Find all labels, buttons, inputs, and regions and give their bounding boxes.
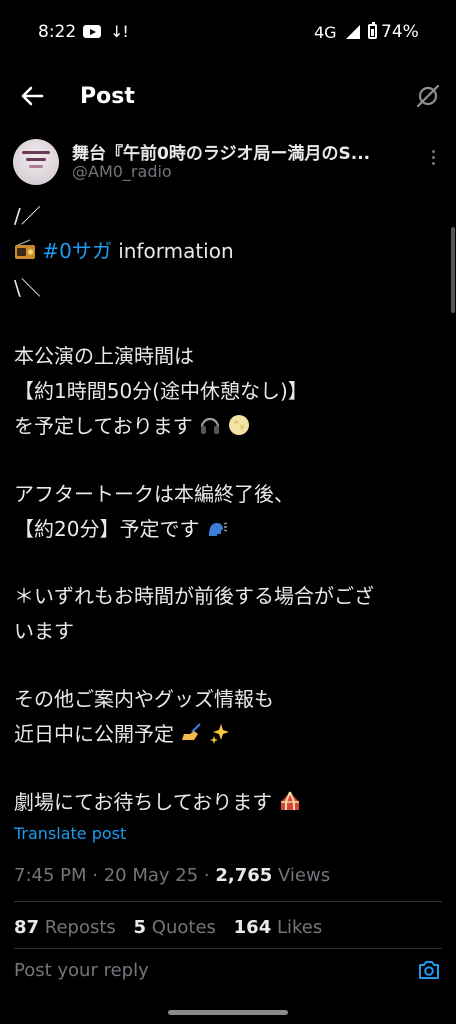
post-line: #0サガ information xyxy=(14,235,234,264)
signal-icon xyxy=(346,25,360,39)
post-line: 劇場にてお待ちしております xyxy=(14,786,301,815)
youtube-icon xyxy=(83,25,101,38)
post-text: 劇場にてお待ちしております xyxy=(14,790,273,814)
network-type: 4G xyxy=(314,23,337,42)
status-time: 8:22 xyxy=(38,22,77,42)
post-line: ＊いずれもお時間が前後する場合がござ xyxy=(14,584,374,608)
divider xyxy=(14,901,442,902)
post-text: information xyxy=(111,239,234,263)
post-line: \＼ xyxy=(14,276,41,300)
divider xyxy=(14,948,442,949)
author-handle[interactable]: @AM0_radio xyxy=(72,162,172,181)
battery-icon xyxy=(368,22,377,39)
scrollbar[interactable] xyxy=(451,227,455,313)
post-line: アフタートークは本編終了後、 xyxy=(14,482,294,506)
post-stats: 87 Reposts 5 Quotes 164 Likes xyxy=(14,917,334,938)
camera-icon[interactable] xyxy=(417,959,441,981)
sparkles-icon xyxy=(209,722,231,744)
arrow-left-icon[interactable] xyxy=(18,82,46,110)
avatar[interactable] xyxy=(13,139,59,185)
battery-percent: 74% xyxy=(381,22,419,42)
hashtag-link[interactable]: #0サガ xyxy=(42,239,111,263)
post-text: 近日中に公開予定 xyxy=(14,722,174,746)
translate-post-link[interactable]: Translate post xyxy=(14,824,126,843)
writing-hand-icon xyxy=(180,722,202,744)
radio-icon xyxy=(14,239,36,261)
home-indicator[interactable] xyxy=(168,1010,288,1015)
views-label: Views xyxy=(272,865,331,886)
page-title: Post xyxy=(80,84,135,109)
post-line: 本公演の上演時間は xyxy=(14,344,194,368)
more-vertical-icon[interactable] xyxy=(428,150,438,168)
post-meta: 7:45 PM · 20 May 25 · 2,765 Views xyxy=(14,865,330,886)
speaking-head-icon xyxy=(206,517,228,539)
post-text: を予定しております xyxy=(14,414,193,438)
circus-tent-icon xyxy=(279,790,301,812)
status-bar: 8:22 ↓! 4G 74% xyxy=(0,0,456,64)
likes-stat[interactable]: 164 Likes xyxy=(234,917,323,938)
author-name[interactable]: 舞台『午前0時のラジオ局ー満月のS... xyxy=(72,139,417,164)
views-count: 2,765 xyxy=(215,865,273,886)
post-text: 【約20分】予定です xyxy=(14,517,200,541)
post-line: 近日中に公開予定 xyxy=(14,718,231,747)
quotes-stat[interactable]: 5 Quotes xyxy=(134,917,216,938)
notification-icons: ↓! xyxy=(110,22,129,41)
full-moon-icon xyxy=(228,414,250,436)
post-line: /／ xyxy=(14,204,41,228)
reply-input[interactable]: Post your reply xyxy=(14,960,149,981)
headphones-icon xyxy=(199,414,221,436)
post-line: その他ご案内やグッズ情報も xyxy=(14,687,274,711)
post-line: 【約1時間50分(途中休憩なし)】 xyxy=(14,379,308,403)
post-line: を予定しております xyxy=(14,410,250,439)
post-timestamp: 7:45 PM · 20 May 25 · xyxy=(14,865,216,886)
grok-icon[interactable] xyxy=(414,82,442,110)
post-line: 【約20分】予定です xyxy=(14,513,228,542)
post-line: います xyxy=(14,619,74,643)
reposts-stat[interactable]: 87 Reposts xyxy=(14,917,116,938)
